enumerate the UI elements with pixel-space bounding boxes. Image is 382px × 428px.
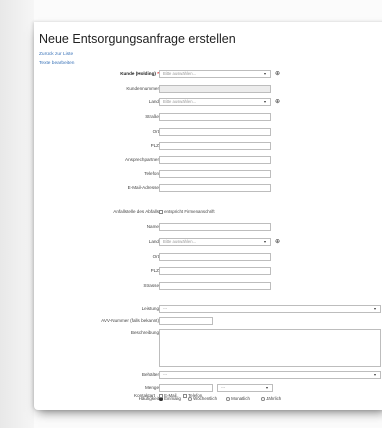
origin-name-field[interactable] [159, 223, 271, 231]
contact-option-label: Telefon [188, 393, 203, 398]
customer-zip-label: PLZ [150, 143, 159, 148]
caret-down-icon: ▾ [263, 239, 266, 244]
unit-value: --- [221, 385, 226, 390]
quantity-field[interactable] [159, 384, 213, 392]
origin-city-field[interactable] [159, 253, 271, 261]
back-to-list-link[interactable]: Zurück zur Liste [39, 52, 73, 57]
holding-label: Kunde (Holding) * [120, 71, 159, 76]
customer-phone-field[interactable] [159, 170, 271, 178]
frequency-option-yearly[interactable]: Jährlich [261, 396, 281, 401]
description-label: Beschreibung [130, 330, 159, 335]
origin-name-label: Name [146, 224, 159, 229]
avv-label: AVV-Nummer (falls bekannt) [101, 318, 159, 323]
background-shadow [0, 0, 34, 428]
caret-down-icon: ▾ [373, 372, 376, 377]
origin-street-label: Strasse [143, 283, 159, 288]
container-select[interactable]: --- ▾ [159, 371, 381, 379]
same-address-text: entspricht Firmenanschrift [164, 209, 215, 214]
customer-email-field[interactable] [159, 184, 271, 192]
container-value: --- [163, 372, 168, 377]
origin-country-select[interactable]: Bitte auswählen... ▾ [159, 238, 271, 246]
checkbox[interactable] [159, 394, 163, 398]
customer-phone-label: Telefon [144, 171, 159, 176]
origin-zip-field[interactable] [159, 267, 271, 275]
unit-select[interactable]: --- ▾ [217, 384, 273, 392]
contact-person-field[interactable] [159, 156, 271, 164]
add-icon[interactable]: ⊕ [274, 239, 281, 245]
form-page: Neue Entsorgungsanfrage erstellen Zurück… [34, 22, 382, 410]
origin-street-field[interactable] [159, 282, 271, 290]
customer-number-field [159, 85, 271, 93]
contact-option-label: E-Mail [164, 393, 177, 398]
contact-option-email[interactable]: E-Mail [159, 393, 177, 398]
service-select[interactable]: --- ▾ [159, 305, 381, 313]
caret-down-icon: ▾ [263, 71, 266, 76]
contact-type-label: Kontaktart [134, 393, 155, 398]
page-title: Neue Entsorgungsanfrage erstellen [39, 32, 236, 46]
add-icon[interactable]: ⊕ [274, 99, 281, 105]
checkbox[interactable] [159, 210, 163, 214]
origin-country-placeholder: Bitte auswählen... [163, 239, 197, 244]
checkbox[interactable] [183, 394, 187, 398]
customer-email-label: E-Mail-Adresse [127, 185, 159, 190]
customer-country-label: Land [148, 99, 159, 104]
quantity-label: Menge [144, 385, 159, 390]
origin-zip-label: PLZ [150, 268, 159, 273]
service-value: --- [163, 306, 168, 311]
customer-country-placeholder: Bitte auswählen... [163, 99, 197, 104]
contact-person-label: Ansprechpartner [125, 157, 159, 162]
holding-select[interactable]: Bitte auswählen... ▾ [159, 70, 271, 78]
caret-down-icon: ▾ [373, 306, 376, 311]
frequency-option-label: Monatlich [231, 396, 250, 401]
customer-country-select[interactable]: Bitte auswählen... ▾ [159, 98, 271, 106]
add-icon[interactable]: ⊕ [274, 71, 281, 77]
frequency-option-monthly[interactable]: Monatlich [226, 396, 250, 401]
description-textarea[interactable] [159, 329, 381, 367]
origin-country-label: Land [148, 239, 159, 244]
edit-texts-link[interactable]: Texte bearbeiten [39, 61, 74, 66]
customer-street-label: Straße [145, 114, 159, 119]
customer-number-label: Kundennummer [126, 86, 159, 91]
customer-zip-field[interactable] [159, 142, 271, 150]
origin-section-label: Anfallstelle des Abfalls [113, 209, 159, 214]
caret-down-icon: ▾ [265, 385, 268, 390]
caret-down-icon: ▾ [263, 99, 266, 104]
frequency-option-label: Jährlich [266, 396, 282, 401]
holding-placeholder: Bitte auswählen... [163, 71, 197, 76]
same-address-checkbox[interactable]: entspricht Firmenanschrift [159, 209, 215, 214]
container-label: Behälter [141, 372, 159, 377]
service-label: Leistung [141, 306, 159, 311]
customer-street-field[interactable] [159, 113, 271, 121]
contact-option-phone[interactable]: Telefon [183, 393, 202, 398]
radio[interactable] [226, 397, 230, 401]
customer-city-field[interactable] [159, 128, 271, 136]
avv-field[interactable] [159, 317, 213, 325]
radio[interactable] [261, 397, 265, 401]
